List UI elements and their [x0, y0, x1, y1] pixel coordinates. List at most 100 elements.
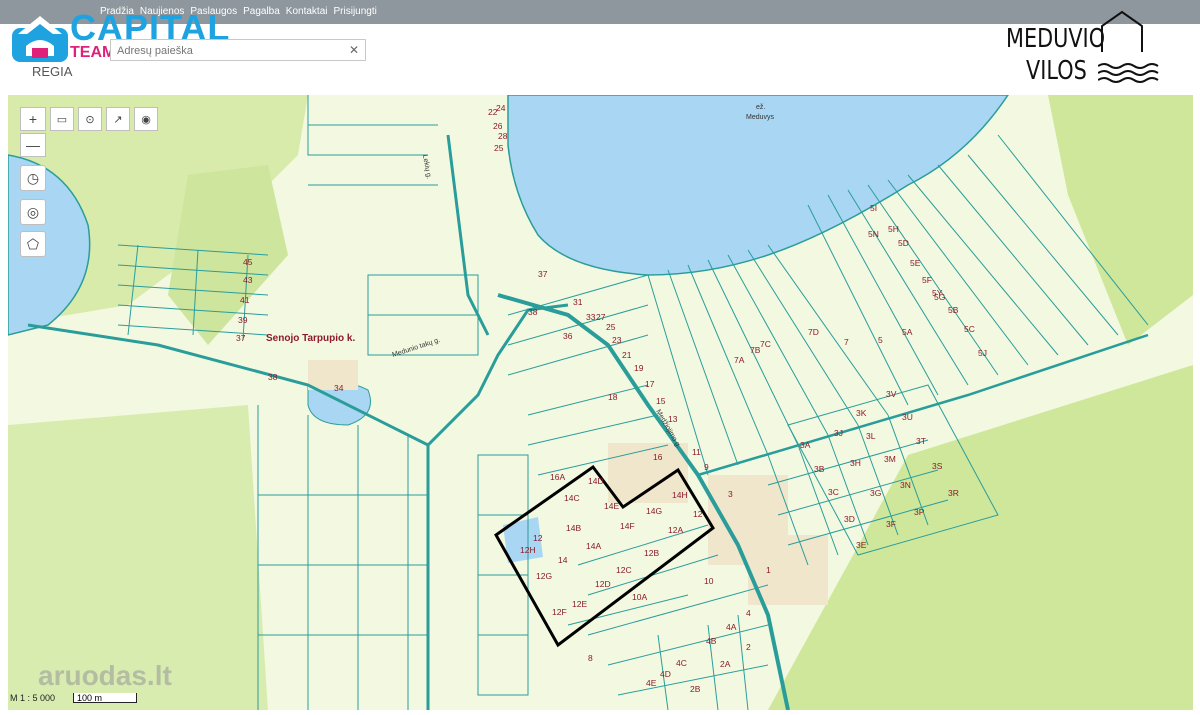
svg-text:34: 34: [334, 383, 344, 393]
built-area: [308, 360, 358, 390]
svg-text:41: 41: [240, 295, 250, 305]
svg-text:3R: 3R: [948, 488, 959, 498]
svg-text:18: 18: [608, 392, 618, 402]
zoom-out-button[interactable]: —: [20, 133, 46, 157]
svg-text:3P: 3P: [914, 507, 925, 517]
svg-text:7A: 7A: [734, 355, 745, 365]
svg-text:17: 17: [645, 379, 655, 389]
logo-team: TEAM: [70, 44, 116, 61]
svg-text:3D: 3D: [844, 514, 855, 524]
lake-label-2: Meduvys: [746, 114, 775, 121]
address-search-input[interactable]: [111, 40, 349, 62]
svg-text:5: 5: [878, 335, 883, 345]
locate-button[interactable]: ◎: [20, 199, 46, 225]
svg-text:10: 10: [704, 576, 714, 586]
svg-text:25: 25: [494, 143, 504, 153]
svg-text:27: 27: [596, 312, 606, 322]
svg-text:36: 36: [563, 331, 573, 341]
lake-label-1: ež.: [756, 104, 765, 111]
house-logo-icon: [12, 16, 68, 62]
svg-text:38: 38: [528, 307, 538, 317]
svg-text:14C: 14C: [564, 493, 580, 503]
svg-text:3A: 3A: [800, 440, 811, 450]
svg-text:24: 24: [496, 103, 506, 113]
svg-text:3M: 3M: [884, 454, 896, 464]
svg-text:9: 9: [704, 462, 709, 472]
svg-text:3U: 3U: [902, 412, 913, 422]
svg-text:4B: 4B: [706, 636, 717, 646]
nav-item-contacts[interactable]: Kontaktai: [286, 6, 328, 17]
svg-text:16: 16: [653, 452, 663, 462]
svg-text:43: 43: [243, 275, 253, 285]
aruodas-watermark: aruodas.lt: [38, 660, 172, 691]
svg-text:5N: 5N: [868, 229, 879, 239]
svg-text:37: 37: [236, 333, 246, 343]
svg-text:14G: 14G: [646, 506, 662, 516]
svg-text:7: 7: [844, 337, 849, 347]
svg-text:26: 26: [493, 121, 503, 131]
svg-text:12E: 12E: [572, 599, 587, 609]
svg-text:14: 14: [558, 555, 568, 565]
svg-text:12C: 12C: [616, 565, 632, 575]
svg-text:3J: 3J: [834, 428, 843, 438]
zoom-in-button[interactable]: +: [20, 107, 46, 131]
svg-text:14E: 14E: [604, 501, 619, 511]
svg-text:12A: 12A: [668, 525, 683, 535]
svg-text:3N: 3N: [900, 480, 911, 490]
svg-text:3K: 3K: [856, 408, 867, 418]
brand-line-1: MEDUVIO: [1006, 24, 1106, 54]
rotate-button[interactable]: ◷: [20, 165, 46, 191]
target-tool-button[interactable]: ◉: [134, 107, 158, 131]
target-icon: ◉: [141, 113, 151, 126]
svg-text:8: 8: [588, 653, 593, 663]
svg-text:45: 45: [243, 257, 253, 267]
map-toolbar: ▭ ⊙ ↗ ◉: [50, 107, 158, 131]
crosshair-icon: ◎: [26, 203, 40, 220]
svg-text:23: 23: [612, 335, 622, 345]
svg-text:3S: 3S: [932, 461, 943, 471]
meduvio-vilos-brand: MEDUVIO VILOS: [1002, 10, 1172, 90]
svg-text:25: 25: [606, 322, 616, 332]
region-button[interactable]: ⬠: [20, 231, 46, 257]
svg-text:3: 3: [728, 489, 733, 499]
clear-icon[interactable]: ✕: [349, 43, 359, 57]
svg-text:12: 12: [533, 533, 543, 543]
svg-text:5A: 5A: [902, 327, 913, 337]
svg-text:4D: 4D: [660, 669, 671, 679]
village-label: Senojo Tarpupio k.: [266, 333, 355, 344]
svg-text:5G: 5G: [934, 292, 945, 302]
svg-text:7C: 7C: [760, 339, 771, 349]
svg-text:5H: 5H: [888, 224, 899, 234]
svg-text:3B: 3B: [814, 464, 825, 474]
svg-text:4: 4: [746, 608, 751, 618]
svg-text:3V: 3V: [886, 389, 897, 399]
svg-text:12G: 12G: [536, 571, 552, 581]
svg-text:39: 39: [238, 315, 248, 325]
svg-text:12F: 12F: [552, 607, 567, 617]
svg-text:3H: 3H: [850, 458, 861, 468]
cadastral-map[interactable]: 45 43 41 39 37 38 34 37 38 36 31 33 27 25 23 21 19 17…: [8, 95, 1193, 710]
svg-text:16A: 16A: [550, 472, 565, 482]
svg-text:3T: 3T: [916, 436, 926, 446]
svg-text:14F: 14F: [620, 521, 635, 531]
scale-bar: 100 m: [73, 693, 138, 703]
svg-text:3F: 3F: [886, 519, 896, 529]
svg-text:5C: 5C: [964, 324, 975, 334]
scale-text: M 1 : 5 000: [10, 693, 56, 703]
map-canvas[interactable]: 4543413937 3834 37383631 33 272523 211917…: [8, 95, 1193, 710]
share-icon: ↗: [113, 113, 123, 126]
nav-item-help[interactable]: Pagalba: [243, 6, 280, 17]
ruler-icon: ▭: [56, 113, 68, 126]
measure-tool-button[interactable]: ▭: [50, 107, 74, 131]
share-tool-button[interactable]: ↗: [106, 107, 130, 131]
svg-text:3L: 3L: [866, 431, 876, 441]
svg-text:12: 12: [693, 509, 703, 519]
svg-text:5F: 5F: [922, 275, 932, 285]
nav-item-login[interactable]: Prisijungti: [334, 6, 377, 17]
svg-text:14B: 14B: [566, 523, 581, 533]
svg-text:4A: 4A: [726, 622, 737, 632]
logo-regia: REGIA: [32, 64, 73, 79]
svg-text:15: 15: [656, 396, 666, 406]
marker-tool-button[interactable]: ⊙: [78, 107, 102, 131]
svg-text:37: 37: [538, 269, 548, 279]
